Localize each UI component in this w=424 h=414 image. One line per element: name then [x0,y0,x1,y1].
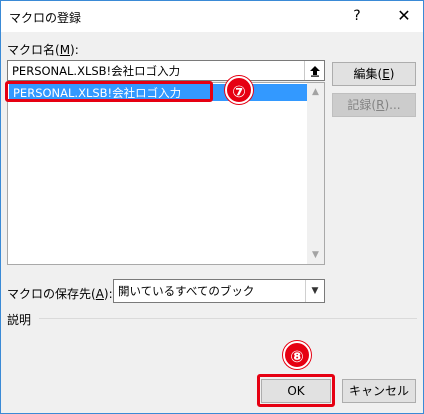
cancel-button[interactable]: キャンセル [342,379,416,403]
collapse-dialog-button[interactable] [304,61,324,80]
macro-name-value: PERSONAL.XLSB!会社ロゴ入力 [12,64,181,78]
listbox-scrollbar[interactable]: ▲ ▼ [307,83,324,264]
step-8-badge: ⑧ [283,341,311,369]
close-button[interactable]: ✕ [389,4,419,28]
scroll-up-icon[interactable]: ▲ [307,87,324,97]
description-label: 説明 [7,313,32,327]
scroll-down-icon[interactable]: ▼ [307,250,324,260]
edit-button[interactable]: 編集(E) [332,62,416,86]
record-button[interactable]: 記録(R)... [332,93,416,117]
save-location-select[interactable]: 開いているすべてのブック ▼ [113,279,325,303]
step-7-badge: ⑦ [225,76,253,104]
register-macro-dialog: マクロの登録 ? ✕ マクロ名(M): PERSONAL.XLSB!会社ロゴ入力… [0,0,424,414]
annotation-highlight-list-item [5,81,213,102]
macro-name-input[interactable]: PERSONAL.XLSB!会社ロゴ入力 [7,60,325,81]
save-location-label: マクロの保存先(A): [7,287,113,301]
title-bar: マクロの登録 ? ✕ [1,1,423,32]
dialog-title: マクロの登録 [9,11,82,25]
macro-name-label: マクロ名(M): [7,43,79,57]
description-divider [39,318,417,319]
arrow-up-icon [309,65,320,77]
chevron-down-icon[interactable]: ▼ [305,280,324,302]
annotation-highlight-ok [257,374,335,407]
macro-listbox[interactable]: PERSONAL.XLSB!会社ロゴ入力 ▲ ▼ [7,82,325,265]
help-button[interactable]: ? [345,4,369,28]
save-location-value: 開いているすべてのブック [118,284,255,298]
